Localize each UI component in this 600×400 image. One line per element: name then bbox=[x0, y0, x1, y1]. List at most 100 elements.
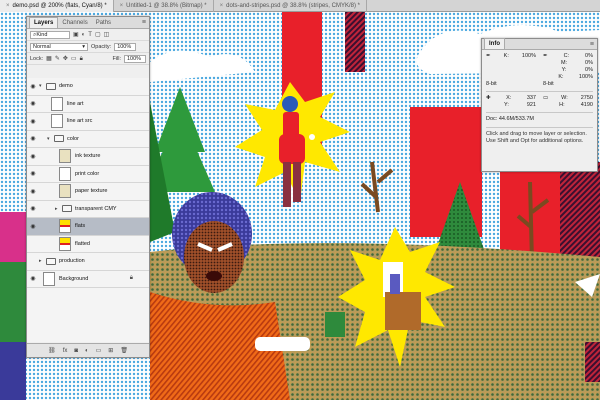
position-readout: ✚ X: 337 Y: 921 ▭ W: 2750 H: 4190 bbox=[486, 95, 593, 109]
lock-icon: 🔒︎ bbox=[129, 275, 133, 282]
layer-row[interactable]: ◉ paper texture bbox=[27, 183, 149, 201]
layer-row[interactable]: ◉ ▾ demo bbox=[27, 78, 149, 96]
layer-thumbnail bbox=[59, 184, 71, 199]
new-group-icon[interactable]: ▭ bbox=[96, 347, 102, 354]
filter-shape-icon[interactable]: ▢ bbox=[95, 31, 101, 39]
close-tab-icon[interactable]: × bbox=[6, 3, 10, 9]
chevron-right-icon[interactable]: ▸ bbox=[55, 206, 62, 212]
opacity-field[interactable]: 100% bbox=[114, 42, 137, 51]
color-readout-left: ✒ K: 100% 8-bit bbox=[486, 53, 536, 87]
layer-row[interactable]: ◉ line art src bbox=[27, 113, 149, 131]
eye-icon[interactable]: ◉ bbox=[27, 118, 39, 125]
folder-icon bbox=[46, 82, 56, 90]
adjustment-layer-icon[interactable]: ◐ bbox=[85, 348, 89, 354]
lock-transparent-icon[interactable]: ▦ bbox=[46, 55, 52, 63]
doc-size: Doc: 44.6M/533.7M bbox=[486, 116, 534, 122]
layer-thumbnail bbox=[59, 236, 71, 251]
chevron-down-icon[interactable]: ▾ bbox=[39, 83, 46, 89]
position-readout-right: ▭ W: 2750 H: 4190 bbox=[543, 95, 593, 108]
eye-icon[interactable]: ◉ bbox=[27, 223, 39, 230]
tool-hint-text: Click and drag to move layer or selectio… bbox=[486, 131, 587, 144]
lock-position-icon[interactable]: ✥ bbox=[63, 55, 68, 63]
fill-field[interactable]: 100% bbox=[124, 54, 146, 63]
kind-filter-select[interactable]: ⌕ Kind bbox=[30, 30, 70, 39]
layer-row[interactable]: ◉ Background 🔒︎ bbox=[27, 271, 149, 288]
divider bbox=[486, 91, 593, 92]
eye-icon[interactable]: ◉ bbox=[27, 153, 39, 160]
trash-icon[interactable]: 🗑︎ bbox=[120, 347, 128, 354]
filter-smart-object-icon[interactable]: ◫ bbox=[104, 31, 110, 39]
layer-row[interactable]: ◉ ▾ color bbox=[27, 131, 149, 148]
eye-icon[interactable]: ◉ bbox=[27, 135, 39, 142]
layer-row[interactable]: ◉ print color bbox=[27, 166, 149, 183]
chevron-down-icon[interactable]: ▾ bbox=[47, 136, 54, 142]
crosshair-icon: ✚ bbox=[486, 95, 491, 101]
tab-dots-and-stripes[interactable]: × dots-and-stripes.psd @ 38.8% (stripes,… bbox=[214, 0, 367, 12]
info-panel-tabs: Info ≡ bbox=[482, 38, 597, 50]
info-panel: Info ≡ ✒ K: 100% 8-bit ✒ C: 0% M: 0% Y: … bbox=[481, 38, 598, 172]
eye-icon[interactable]: ◉ bbox=[27, 83, 39, 90]
chevron-down-icon: ▾ bbox=[82, 43, 85, 50]
blend-mode-select[interactable]: Normal ▾ bbox=[30, 42, 88, 51]
layer-row[interactable]: flatted bbox=[27, 236, 149, 253]
panel-menu-icon[interactable]: ≡ bbox=[142, 19, 146, 26]
divider bbox=[486, 127, 593, 128]
layer-row[interactable]: ◉ ink texture bbox=[27, 148, 149, 166]
folder-icon bbox=[62, 205, 72, 213]
selection-size-icon: ▭ bbox=[543, 95, 549, 101]
layer-row-selected[interactable]: ◉ flats bbox=[27, 218, 149, 236]
tab-untitled-1[interactable]: × Untitled-1 @ 38.8% (Bitmap) * bbox=[114, 0, 214, 12]
new-layer-icon[interactable]: ⊞ bbox=[108, 347, 113, 354]
chevron-right-icon[interactable]: ▸ bbox=[39, 258, 46, 264]
layers-panel-tabs: Layers Channels Paths ≡ bbox=[27, 17, 149, 29]
eyedropper-icon: ✒ bbox=[486, 53, 491, 59]
lock-pixels-icon[interactable]: ✎ bbox=[55, 55, 60, 63]
lock-fill-row: Lock: ▦ ✎ ✥ ▭ 🔒︎ Fill: 100% bbox=[27, 53, 149, 65]
info-panel-body: ✒ K: 100% 8-bit ✒ C: 0% M: 0% Y: 0% K: 1… bbox=[482, 50, 597, 148]
tab-info[interactable]: Info bbox=[484, 38, 505, 49]
filter-adjustment-icon[interactable]: ◐ bbox=[82, 31, 86, 39]
eye-icon[interactable]: ◉ bbox=[27, 188, 39, 195]
tab-channels[interactable]: Channels bbox=[58, 17, 91, 28]
eye-icon[interactable]: ◉ bbox=[27, 205, 39, 212]
add-mask-icon[interactable]: ◙ bbox=[74, 348, 78, 354]
close-tab-icon[interactable]: × bbox=[120, 3, 124, 9]
eye-icon[interactable]: ◉ bbox=[27, 100, 39, 107]
panel-menu-icon[interactable]: ≡ bbox=[590, 41, 594, 48]
filter-type-icon[interactable]: T bbox=[88, 31, 92, 39]
tab-layers[interactable]: Layers bbox=[29, 17, 59, 28]
layers-panel-footer: ⛓ fx ◙ ◐ ▭ ⊞ 🗑︎ bbox=[27, 343, 149, 357]
eye-icon[interactable]: ◉ bbox=[27, 275, 39, 282]
eye-icon[interactable]: ◉ bbox=[27, 170, 39, 177]
layer-row[interactable]: ◉ line art bbox=[27, 96, 149, 113]
fill-label: Fill: bbox=[112, 55, 121, 62]
color-readout-right: ✒ C: 0% M: 0% Y: 0% K: 100% 8-bit bbox=[543, 53, 593, 87]
close-tab-icon[interactable]: × bbox=[220, 3, 224, 9]
filter-pixel-icon[interactable]: ▣ bbox=[73, 31, 79, 39]
opacity-label: Opacity: bbox=[91, 43, 112, 50]
color-readout: ✒ K: 100% 8-bit ✒ C: 0% M: 0% Y: 0% K: 1… bbox=[486, 53, 593, 88]
tab-paths[interactable]: Paths bbox=[92, 17, 115, 28]
layers-panel: Layers Channels Paths ≡ ⌕ Kind ▣ ◐ T ▢ ◫… bbox=[26, 16, 150, 358]
eyedropper-icon: ✒ bbox=[543, 53, 548, 59]
layer-row[interactable]: ▸ production bbox=[27, 253, 149, 271]
layer-filter-row: ⌕ Kind ▣ ◐ T ▢ ◫ bbox=[27, 29, 149, 41]
blend-opacity-row: Normal ▾ Opacity: 100% bbox=[27, 41, 149, 53]
link-layers-icon[interactable]: ⛓ bbox=[48, 347, 56, 354]
layer-style-icon[interactable]: fx bbox=[63, 348, 68, 354]
divider bbox=[486, 112, 593, 113]
layer-row[interactable]: ◉ ▸ transparent CMY bbox=[27, 201, 149, 218]
tab-demo-psd[interactable]: × demo.psd @ 200% (flats, Cyan/8) * bbox=[0, 0, 114, 12]
folder-icon bbox=[46, 257, 56, 265]
layer-thumbnail bbox=[59, 149, 71, 164]
layer-thumbnail bbox=[43, 271, 55, 286]
lock-artboard-icon[interactable]: ▭ bbox=[71, 55, 77, 63]
layer-list: ◉ ▾ demo ◉ line art ◉ line art src ◉ ▾ c… bbox=[27, 78, 149, 342]
layer-thumbnail bbox=[59, 219, 71, 234]
lock-label: Lock: bbox=[30, 55, 44, 62]
layer-thumbnail bbox=[51, 114, 63, 129]
position-readout-left: ✚ X: 337 Y: 921 bbox=[486, 95, 536, 108]
folder-icon bbox=[54, 135, 64, 143]
lock-all-icon[interactable]: 🔒︎ bbox=[80, 55, 83, 63]
layer-thumbnail bbox=[59, 166, 71, 181]
